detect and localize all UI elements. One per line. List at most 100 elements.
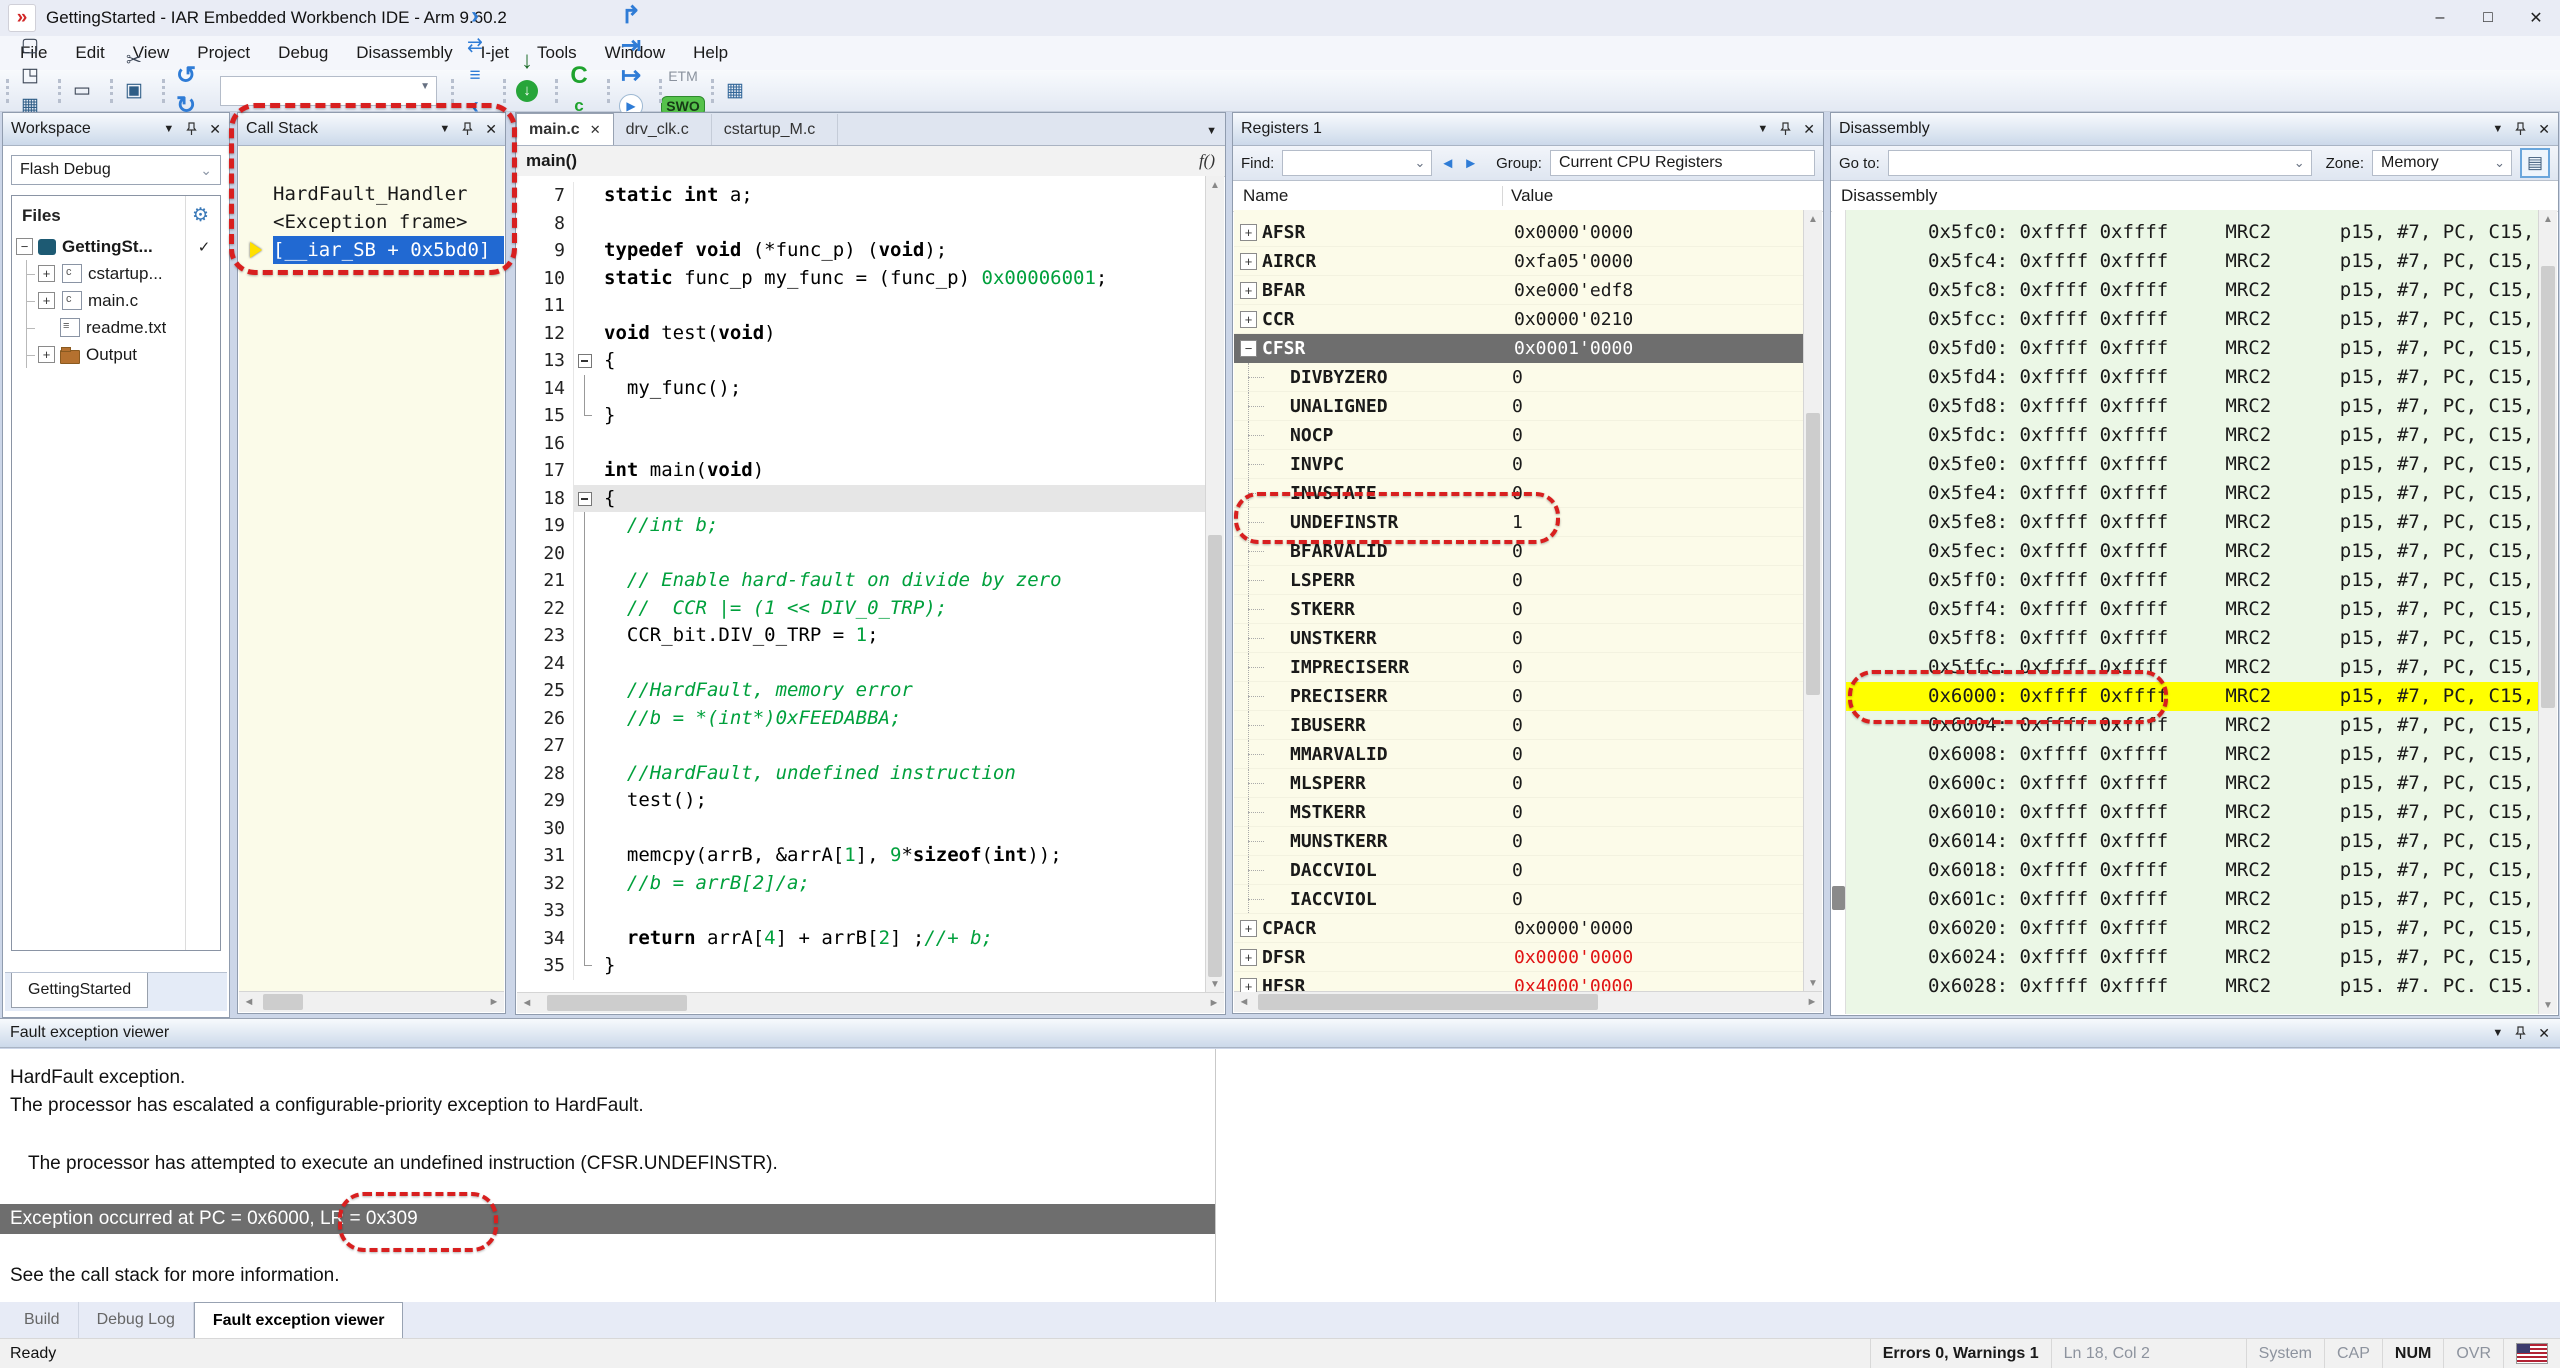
call-stack-hscrollbar[interactable]: ◄ ► bbox=[239, 991, 504, 1012]
undo-button[interactable]: ↺ bbox=[171, 61, 201, 91]
output-tab[interactable]: Build bbox=[6, 1302, 79, 1338]
expander-icon[interactable]: + bbox=[1240, 311, 1257, 328]
fold-marker[interactable] bbox=[574, 182, 596, 210]
fold-marker[interactable] bbox=[574, 787, 596, 815]
scroll-down-icon[interactable]: ▼ bbox=[2539, 996, 2557, 1014]
scrollbar-thumb[interactable] bbox=[1258, 994, 1598, 1010]
disassembly-row[interactable]: 0x5fe4: 0xffff 0xffff MRC2 p15, #7, PC, … bbox=[1832, 479, 2539, 508]
disassembly-row[interactable]: 0x5ffc: 0xffff 0xffff MRC2 p15, #7, PC, … bbox=[1832, 653, 2539, 682]
disassembly-listing[interactable]: 0x5fc0: 0xffff 0xffff MRC2 p15, #7, PC, … bbox=[1832, 210, 2539, 1014]
scroll-right-icon[interactable]: ► bbox=[1204, 993, 1224, 1013]
menu-item[interactable]: Debug bbox=[264, 36, 342, 70]
register-row[interactable]: + CPACR 0x0000'0000 bbox=[1234, 914, 1804, 943]
fold-marker[interactable] bbox=[574, 320, 596, 348]
browse-forward-button[interactable]: › bbox=[460, 1, 490, 31]
register-row[interactable]: UNDEFINSTR 1 bbox=[1234, 508, 1804, 537]
fold-marker[interactable] bbox=[574, 760, 596, 788]
disassembly-row[interactable]: 0x5fc8: 0xffff 0xffff MRC2 p15, #7, PC, … bbox=[1832, 276, 2539, 305]
fold-marker[interactable] bbox=[574, 485, 596, 513]
scroll-down-icon[interactable]: ▼ bbox=[1804, 974, 1822, 992]
pin-icon[interactable] bbox=[2515, 1026, 2526, 1040]
call-stack-frame[interactable]: [__iar_SB + 0x5bd0] bbox=[239, 236, 504, 264]
tree-item-readme[interactable]: readme.txt bbox=[12, 314, 220, 341]
disassembly-row[interactable]: 0x6020: 0xffff 0xffff MRC2 p15, #7, PC, … bbox=[1832, 914, 2539, 943]
register-row[interactable]: MSTKERR 0 bbox=[1234, 798, 1804, 827]
tree-expander-icon[interactable]: + bbox=[38, 292, 55, 309]
expander-icon[interactable]: − bbox=[1240, 340, 1257, 357]
scroll-up-icon[interactable]: ▲ bbox=[1804, 210, 1822, 228]
register-row[interactable]: BFARVALID 0 bbox=[1234, 537, 1804, 566]
fold-marker[interactable] bbox=[574, 952, 596, 980]
scrollbar-thumb[interactable] bbox=[1806, 413, 1820, 695]
registers-hscrollbar[interactable]: ◄ ► bbox=[1234, 991, 1822, 1012]
register-row[interactable]: STKERR 0 bbox=[1234, 595, 1804, 624]
scroll-up-icon[interactable]: ▲ bbox=[1206, 176, 1224, 194]
scroll-down-icon[interactable]: ▼ bbox=[1206, 975, 1224, 993]
fold-marker[interactable] bbox=[574, 870, 596, 898]
disassembly-row[interactable]: 0x6028: 0xffff 0xffff MRC2 p15. #7. PC. … bbox=[1832, 972, 2539, 1001]
scrollbar-thumb[interactable] bbox=[1208, 535, 1222, 976]
fold-marker[interactable] bbox=[574, 430, 596, 458]
editor-tab[interactable]: main.c✕ bbox=[516, 113, 614, 145]
disassembly-row[interactable]: 0x5fe0: 0xffff 0xffff MRC2 p15, #7, PC, … bbox=[1832, 450, 2539, 479]
fold-marker[interactable] bbox=[574, 512, 596, 540]
fault-location-bar[interactable]: Exception occurred at PC = 0x6000, LR = … bbox=[0, 1204, 1215, 1234]
close-icon[interactable]: ✕ bbox=[1803, 122, 1815, 136]
name-column-header[interactable]: Name bbox=[1233, 186, 1503, 206]
scrollbar-thumb[interactable] bbox=[547, 995, 687, 1011]
tree-expander-icon[interactable]: − bbox=[16, 238, 33, 255]
register-group-combobox[interactable]: Current CPU Registers bbox=[1550, 150, 1815, 176]
close-button[interactable]: ✕ bbox=[2512, 0, 2560, 36]
fold-marker[interactable] bbox=[574, 237, 596, 265]
function-list-icon[interactable]: f() bbox=[1199, 151, 1215, 171]
register-row[interactable]: − CFSR 0x0001'0000 bbox=[1234, 334, 1804, 363]
configuration-selector[interactable]: Flash Debug ⌄ bbox=[11, 155, 221, 185]
editor-tab[interactable]: drv_clk.c bbox=[614, 114, 712, 145]
disassembly-row[interactable]: 0x5ff0: 0xffff 0xffff MRC2 p15, #7, PC, … bbox=[1832, 566, 2539, 595]
disassembly-row[interactable]: 0x6010: 0xffff 0xffff MRC2 p15, #7, PC, … bbox=[1832, 798, 2539, 827]
register-row[interactable]: IBUSERR 0 bbox=[1234, 711, 1804, 740]
disassembly-row[interactable]: 0x5ff4: 0xffff 0xffff MRC2 p15, #7, PC, … bbox=[1832, 595, 2539, 624]
tree-item-gettingstarted[interactable]: − GettingSt... ✓ bbox=[12, 233, 220, 260]
register-row[interactable]: INVPC 0 bbox=[1234, 450, 1804, 479]
fold-marker[interactable] bbox=[574, 705, 596, 733]
scroll-right-icon[interactable]: ► bbox=[484, 992, 504, 1012]
scroll-left-icon[interactable]: ◄ bbox=[517, 993, 537, 1013]
disassembly-row[interactable]: 0x6004: 0xffff 0xffff MRC2 p15, #7, PC, … bbox=[1832, 711, 2539, 740]
disassembly-row[interactable]: 0x601c: 0xffff 0xffff MRC2 p15, #7, PC, … bbox=[1832, 885, 2539, 914]
fold-marker[interactable] bbox=[574, 402, 596, 430]
register-row[interactable]: + AIRCR 0xfa05'0000 bbox=[1234, 247, 1804, 276]
tree-expander-icon[interactable] bbox=[38, 320, 53, 335]
register-row[interactable]: NOCP 0 bbox=[1234, 421, 1804, 450]
goto-button[interactable]: ⇄ bbox=[460, 31, 490, 61]
register-row[interactable]: UNSTKERR 0 bbox=[1234, 624, 1804, 653]
disassembly-row[interactable]: 0x5fcc: 0xffff 0xffff MRC2 p15, #7, PC, … bbox=[1832, 305, 2539, 334]
next-statement-button[interactable]: ⇥ bbox=[616, 31, 646, 61]
value-column-header[interactable]: Value bbox=[1503, 186, 1823, 206]
register-row[interactable]: PRECISERR 0 bbox=[1234, 682, 1804, 711]
editor-vscrollbar[interactable]: ▲ ▼ bbox=[1205, 176, 1224, 993]
disassembly-row[interactable]: 0x5fd8: 0xffff 0xffff MRC2 p15, #7, PC, … bbox=[1832, 392, 2539, 421]
expander-icon[interactable]: + bbox=[1240, 920, 1257, 937]
step-out-button[interactable]: ↱ bbox=[616, 1, 646, 31]
disassembly-row[interactable]: 0x6024: 0xffff 0xffff MRC2 p15, #7, PC, … bbox=[1832, 943, 2539, 972]
tree-expander-icon[interactable]: + bbox=[38, 265, 55, 282]
disassembly-vscrollbar[interactable]: ▲ ▼ bbox=[2538, 210, 2557, 1014]
registers-vscrollbar[interactable]: ▲ ▼ bbox=[1803, 210, 1822, 992]
fold-marker[interactable] bbox=[574, 925, 596, 953]
gear-icon[interactable]: ⚙ bbox=[192, 204, 209, 227]
fold-marker[interactable] bbox=[574, 457, 596, 485]
fold-marker[interactable] bbox=[574, 732, 596, 760]
register-row[interactable]: MMARVALID 0 bbox=[1234, 740, 1804, 769]
pin-icon[interactable] bbox=[2515, 122, 2526, 136]
register-row[interactable]: INVSTATE 0 bbox=[1234, 479, 1804, 508]
disassembly-row[interactable]: 0x6018: 0xffff 0xffff MRC2 p15, #7, PC, … bbox=[1832, 856, 2539, 885]
fold-marker[interactable] bbox=[574, 677, 596, 705]
cut-button[interactable]: ✂ bbox=[119, 46, 149, 76]
register-row[interactable]: IMPRECISERR 0 bbox=[1234, 653, 1804, 682]
panel-menu-icon[interactable]: ▼ bbox=[2492, 1028, 2503, 1039]
scroll-up-icon[interactable]: ▲ bbox=[2539, 210, 2557, 228]
close-icon[interactable]: ✕ bbox=[2538, 1026, 2550, 1040]
scroll-left-icon[interactable]: ◄ bbox=[1234, 992, 1254, 1012]
disassembly-row[interactable]: 0x6000: 0xffff 0xffff MRC2 p15, #7, PC, … bbox=[1832, 682, 2539, 711]
